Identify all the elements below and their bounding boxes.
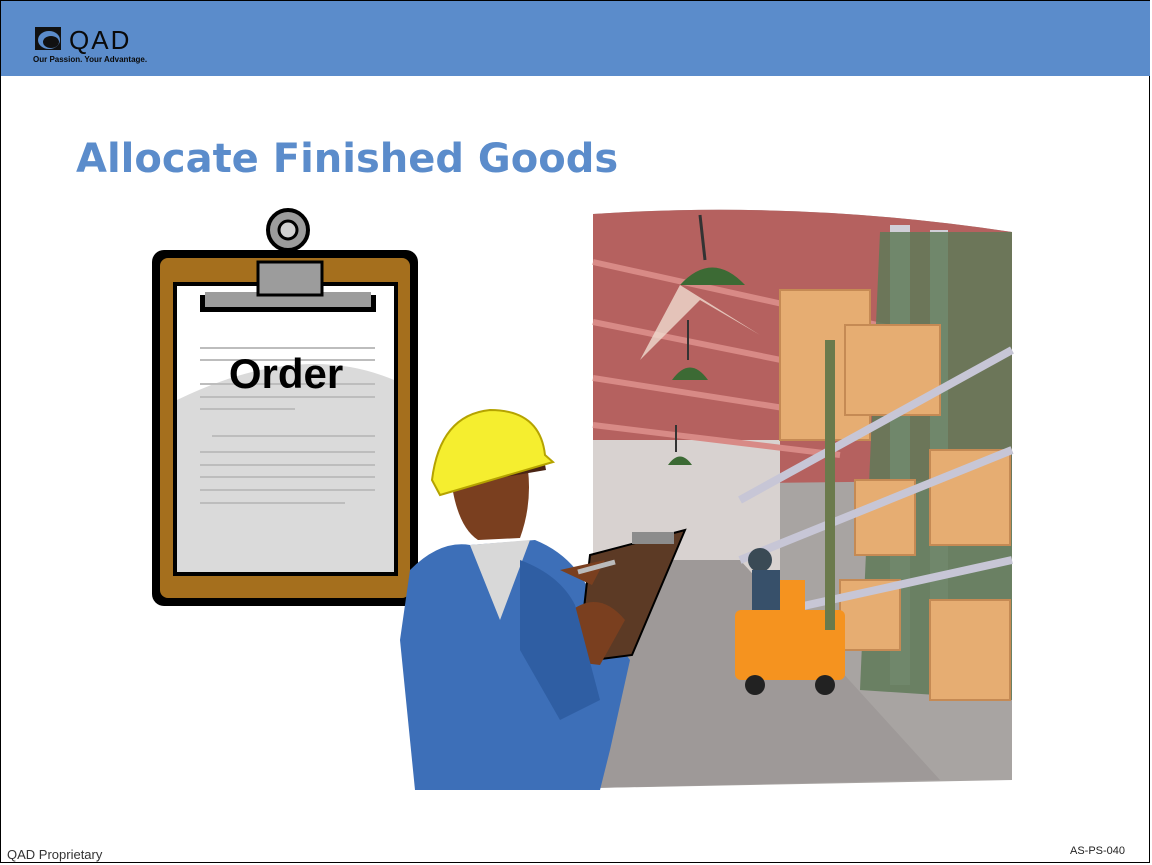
illustration: Order xyxy=(152,208,1014,790)
slide-code: AS-PS-040 xyxy=(1070,845,1126,857)
clipboard-label: Order xyxy=(229,350,343,397)
clipboard-icon: Order xyxy=(152,208,418,606)
footer-proprietary: QAD Proprietary xyxy=(7,847,103,862)
warehouse-scene-icon xyxy=(592,209,1014,788)
